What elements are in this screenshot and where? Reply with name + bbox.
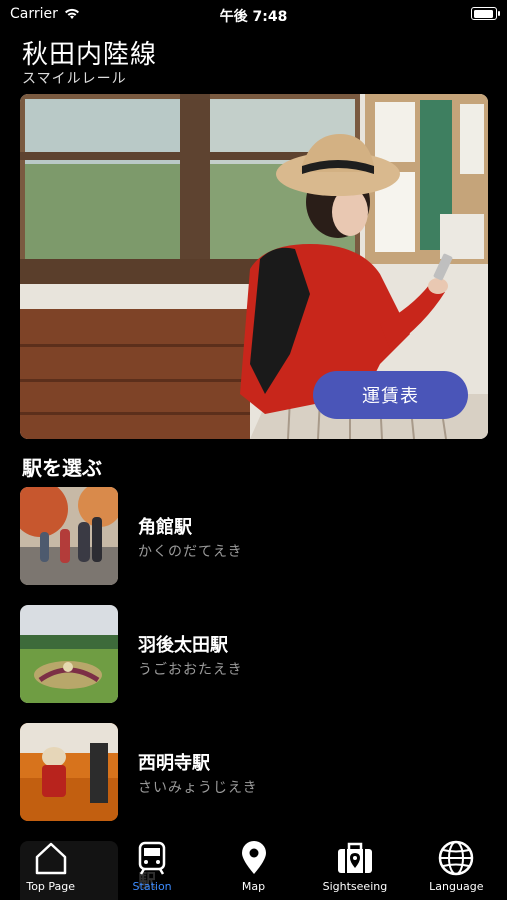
station-row-ugo-ota[interactable]: 羽後太田駅 うごおおたえき [20, 605, 490, 705]
map-pin-icon [234, 838, 274, 878]
station-name: 西明寺駅 [138, 753, 210, 774]
clock: 午後 7:48 [219, 9, 288, 25]
station-reading: さいみょうじえき [138, 780, 258, 796]
station-thumbnail [20, 723, 118, 821]
tab-label: Map [241, 880, 266, 893]
tab-label: Sightseeing [322, 880, 388, 893]
hero-image: 運賃表 [20, 94, 488, 439]
tab-sightseeing[interactable]: Sightseeing [304, 832, 405, 900]
station-row-saimyoji[interactable]: 西明寺駅 さいみょうじえき [20, 723, 490, 823]
tab-label: Top Page [26, 880, 76, 893]
station-reading: うごおおたえき [138, 662, 243, 678]
battery-icon [471, 7, 500, 20]
tab-station[interactable]: Station [101, 832, 202, 900]
tab-language[interactable]: Language [406, 832, 507, 900]
fare-table-button[interactable]: 運賃表 [313, 371, 468, 419]
tab-map[interactable]: Map [203, 832, 304, 900]
tab-label: Station [132, 880, 172, 893]
globe-icon [436, 838, 476, 878]
station-thumbnail [20, 605, 118, 703]
suitcase-icon [335, 838, 375, 878]
page-title: 秋田内陸線 [22, 40, 158, 70]
station-reading: かくのだてえき [138, 544, 243, 560]
tab-label: Language [429, 880, 484, 893]
section-title: 駅を選ぶ [22, 456, 102, 480]
train-icon [132, 838, 172, 878]
station-name: 羽後太田駅 [138, 635, 228, 656]
station-row-kakunodate[interactable]: 角館駅 かくのだてえき [20, 487, 490, 587]
station-name: 角館駅 [138, 517, 192, 538]
home-icon [31, 838, 71, 878]
page-subtitle: スマイルレール [22, 71, 127, 87]
tab-top-page[interactable]: Top Page [0, 832, 101, 900]
tab-bar: Top Page Station Map Sightseeing Languag… [0, 832, 507, 900]
station-thumbnail [20, 487, 118, 585]
status-bar: Carrier 午後 7:48 [0, 0, 507, 30]
